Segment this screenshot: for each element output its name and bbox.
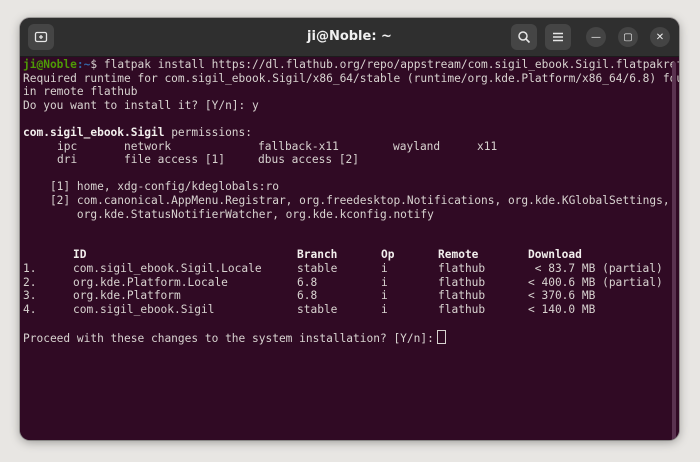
column-header-branch: Branch [297, 248, 338, 262]
permission-item: x11 [477, 139, 498, 153]
maximize-button[interactable]: ▢ [618, 27, 638, 47]
minimize-icon: — [591, 31, 601, 43]
proceed-prompt: Proceed with these changes to the system… [23, 329, 679, 345]
row-download: < 370.6 MB [528, 289, 596, 303]
table-header: ID Branch Op Remote Download [23, 248, 679, 262]
output-line: Required runtime for com.sigil_ebook.Sig… [23, 71, 679, 85]
row-branch: 6.8 [297, 289, 318, 303]
prompt-path: :~ [76, 58, 91, 71]
close-icon: ✕ [655, 31, 665, 43]
permission-item: dri [57, 153, 78, 167]
permissions-row: dri file access [1] dbus access [2] [23, 153, 679, 167]
row-number: 2. [23, 275, 37, 289]
table-row: 3. org.kde.Platform 6.8 i flathub < 370.6 MB [23, 289, 679, 303]
row-id: com.sigil_ebook.Sigil.Locale [73, 261, 262, 275]
row-op: i [381, 302, 388, 316]
maximize-icon: ▢ [623, 31, 633, 43]
column-header-remote: Remote [438, 248, 479, 262]
row-number: 1. [23, 261, 37, 275]
row-number: 3. [23, 289, 37, 303]
row-op: i [381, 275, 388, 289]
row-remote: flathub [438, 302, 486, 316]
output-line: in remote flathub [23, 85, 138, 99]
permission-item: ipc [57, 139, 78, 153]
row-download: < 83.7 MB (partial) [528, 261, 663, 275]
column-header-op: Op [381, 248, 395, 262]
install-question: Do you want to install it? [Y/n]: y [23, 98, 259, 112]
row-remote: flathub [438, 261, 486, 275]
row-id: org.kde.Platform [73, 289, 181, 303]
permission-item: fallback-x11 [258, 139, 339, 153]
table-row: 4. com.sigil_ebook.Sigil stable i flathub < 1… [23, 303, 679, 317]
row-remote: flathub [438, 289, 486, 303]
row-op: i [381, 289, 388, 303]
row-branch: 6.8 [297, 275, 318, 289]
row-remote: flathub [438, 275, 486, 289]
permission-reference: org.kde.StatusNotifierWatcher, org.kde.k… [23, 207, 434, 221]
permission-reference: [1] home, xdg-config/kdeglobals:ro [23, 180, 279, 194]
row-download: < 140.0 MB [528, 302, 596, 316]
permissions-app-id: com.sigil_ebook.Sigil [23, 125, 165, 139]
prompt-user: ji@Noble [23, 58, 77, 71]
terminal-output[interactable]: ji@Noble:~$ flatpak install https://dl.f… [20, 57, 679, 440]
command-text: flatpak install https://dl.flathub.org/r… [103, 58, 679, 71]
column-header-download: Download [528, 248, 582, 262]
command-line: ji@Noble:~$ flatpak install https://dl.f… [23, 58, 679, 72]
terminal-window: ji@Noble: ~ — ▢ ✕ ji@Noble:~$ flatpak in… [20, 18, 679, 440]
row-op: i [381, 261, 388, 275]
permissions-header: com.sigil_ebook.Sigil permissions: [23, 126, 679, 140]
text-cursor[interactable] [436, 329, 446, 344]
permission-item: network [124, 139, 172, 153]
search-icon [518, 31, 531, 44]
row-branch: stable [297, 261, 338, 275]
minimize-button[interactable]: — [586, 27, 606, 47]
proceed-text: Proceed with these changes to the system… [23, 331, 434, 345]
search-button[interactable] [511, 24, 537, 50]
row-download: < 400.6 MB (partial) [528, 275, 663, 289]
menu-button[interactable] [545, 24, 571, 50]
table-row: 2. org.kde.Platform.Locale 6.8 i flathub < 40… [23, 276, 679, 290]
close-button[interactable]: ✕ [650, 27, 670, 47]
column-header-id: ID [73, 248, 87, 262]
permission-item: wayland [393, 139, 441, 153]
permission-item: file access [1] [124, 153, 226, 167]
permission-item: dbus access [2] [258, 153, 360, 167]
hamburger-menu-icon [553, 32, 563, 42]
row-id: org.kde.Platform.Locale [73, 275, 228, 289]
table-row: 1. com.sigil_ebook.Sigil.Locale stable i fla… [23, 262, 679, 276]
row-id: com.sigil_ebook.Sigil [73, 302, 215, 316]
window-title: ji@Noble: ~ [307, 29, 392, 44]
scrollbar[interactable] [672, 62, 676, 440]
permissions-row: ipc network fallback-x11 wayland x11 [23, 140, 679, 154]
titlebar: ji@Noble: ~ — ▢ ✕ [20, 18, 679, 57]
row-branch: stable [297, 302, 338, 316]
permissions-label: permissions: [164, 125, 253, 139]
permission-reference: [2] com.canonical.AppMenu.Registrar, org… [23, 193, 670, 207]
prompt-symbol: $ [90, 58, 104, 71]
row-number: 4. [23, 302, 37, 316]
